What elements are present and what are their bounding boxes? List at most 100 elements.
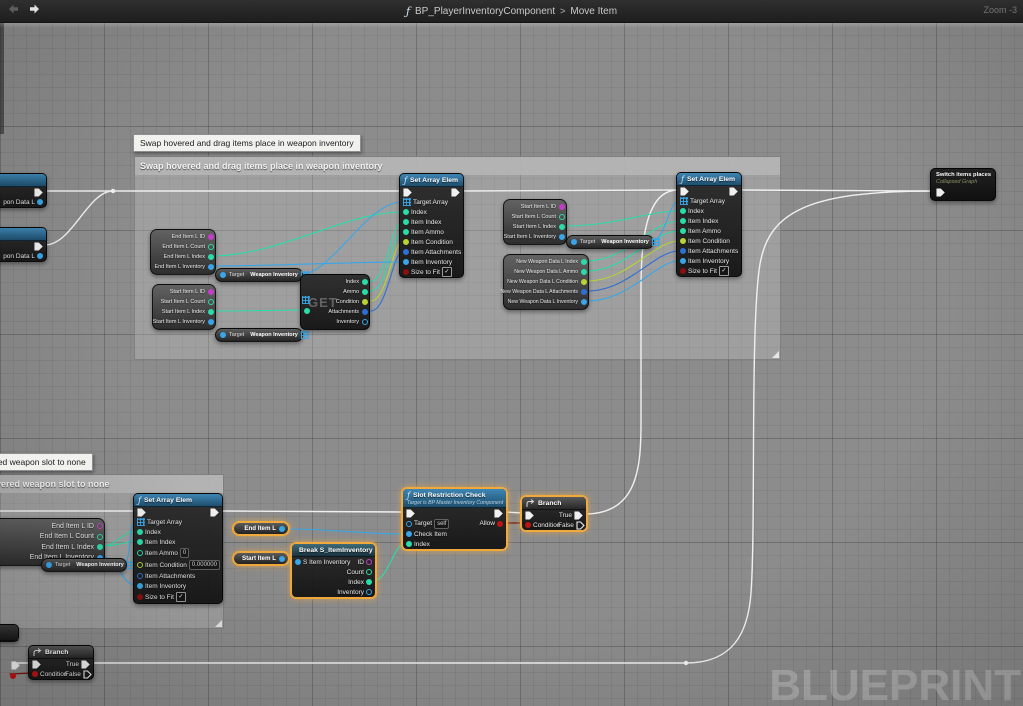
graph-canvas[interactable]: Swap hovered and drag items place in wea… xyxy=(0,22,1023,706)
default-value-field[interactable]: 0.000000 xyxy=(189,560,220,570)
pin-s-item-inventory[interactable] xyxy=(295,559,301,565)
checkbox[interactable]: ✓ xyxy=(176,592,186,602)
pin-end-item-l-index[interactable] xyxy=(97,544,103,550)
pin-new-weapon-data-l-attachments[interactable] xyxy=(581,289,587,295)
pin-false[interactable] xyxy=(576,521,585,530)
pin-check-item[interactable] xyxy=(406,531,412,537)
pin-false[interactable] xyxy=(83,670,92,679)
pin-exec[interactable] xyxy=(451,188,460,197)
pin-item-index[interactable] xyxy=(403,219,409,225)
node-header[interactable]: SET xyxy=(0,174,46,187)
new-weapon-data-l-vars[interactable]: New Weapon Data L IndexNew Weapon Data L… xyxy=(503,254,589,310)
weapon-inventory-capsule-4[interactable]: TargetWeapon Inventory xyxy=(41,558,127,572)
pin-true[interactable] xyxy=(81,660,90,669)
pin-start-item-l[interactable] xyxy=(279,556,285,562)
pin-start-item-l-count[interactable] xyxy=(559,214,565,220)
checkbox[interactable]: ✓ xyxy=(442,267,452,277)
pin-item-inventory[interactable] xyxy=(680,258,686,264)
pin-inventory[interactable] xyxy=(362,319,368,325)
pin-array-out[interactable] xyxy=(301,331,309,339)
node-header[interactable]: ƒSlot Restriction CheckTarget is BP Mast… xyxy=(403,489,506,508)
end-item-l-pill[interactable]: End Item L xyxy=(233,522,289,535)
pin-data[interactable] xyxy=(10,673,16,679)
pin-item-attachments[interactable] xyxy=(137,573,143,579)
pin-new-weapon-data-l-ammo[interactable] xyxy=(581,269,587,275)
slot-restriction-check[interactable]: ƒSlot Restriction CheckTarget is BP Mast… xyxy=(402,488,507,550)
pin-item-attachments[interactable] xyxy=(403,249,409,255)
pin-count[interactable] xyxy=(366,569,372,575)
pin-attachments[interactable] xyxy=(362,309,368,315)
pin-target-array[interactable] xyxy=(680,197,688,205)
set-array-elem-1[interactable]: ƒSet Array ElemTarget ArrayIndexItem Ind… xyxy=(399,173,464,278)
node-header[interactable]: ƒSet Array Elem xyxy=(134,494,222,507)
pin-item-condition[interactable] xyxy=(403,239,409,245)
pin-array-out[interactable] xyxy=(652,238,660,246)
pin-item-index[interactable] xyxy=(137,539,143,545)
pin-index[interactable] xyxy=(362,279,368,285)
weapon-inventory-capsule-2[interactable]: TargetWeapon Inventory xyxy=(215,328,303,342)
pin-item-inventory[interactable] xyxy=(137,583,143,589)
set-new-weapon-data-1[interactable]: SETpon Data L xyxy=(0,173,47,208)
pin-exec[interactable] xyxy=(11,661,20,670)
pin-exec[interactable] xyxy=(729,187,738,196)
pin-true[interactable] xyxy=(574,511,583,520)
pin-end-item-l[interactable] xyxy=(279,526,285,532)
pin-item-index[interactable] xyxy=(680,218,686,224)
pin-exec[interactable] xyxy=(32,660,41,669)
pin-exec[interactable] xyxy=(403,188,412,197)
pin-end-item-l-count[interactable] xyxy=(97,534,103,540)
break-s-iteminventory[interactable]: Break S_ItemInventoryS Item InventoryIDC… xyxy=(291,543,376,598)
pin-start-item-l-inventory[interactable] xyxy=(559,234,565,240)
pin-exec[interactable] xyxy=(494,509,503,518)
pin-new-weapon-data-l-inventory[interactable] xyxy=(581,299,587,305)
default-value-field[interactable]: self xyxy=(434,519,449,529)
pin-item-ammo[interactable] xyxy=(680,228,686,234)
pin-target-array[interactable] xyxy=(403,198,411,206)
pin-start-item-l-id[interactable] xyxy=(559,204,565,210)
pin-new-weapon-data-l-condition[interactable] xyxy=(581,279,587,285)
weapon-inventory-capsule-3[interactable]: TargetWeapon Inventory xyxy=(566,235,654,249)
pin-target[interactable] xyxy=(220,272,226,278)
pin-target[interactable] xyxy=(571,239,577,245)
pin-size-to-fit[interactable] xyxy=(680,268,686,274)
set-new-weapon-data-2[interactable]: SETpon Data L xyxy=(0,227,47,262)
pin-index[interactable] xyxy=(137,529,143,535)
pin-inventory[interactable] xyxy=(366,589,372,595)
pin-size-to-fit[interactable] xyxy=(403,269,409,275)
end-item-l-vars-top[interactable]: End Item L IDEnd Item L CountEnd Item L … xyxy=(150,229,216,275)
pin-end-item-l-id[interactable] xyxy=(208,234,214,240)
pin-target[interactable] xyxy=(406,521,412,527)
node-header[interactable]: Branch xyxy=(29,646,93,659)
pin-exec[interactable] xyxy=(210,508,219,517)
node-header[interactable]: ƒSet Array Elem xyxy=(400,174,463,187)
pin-new-weapon-data-l-index[interactable] xyxy=(581,259,587,265)
pin-exec[interactable] xyxy=(525,511,534,520)
pin-index[interactable] xyxy=(680,208,686,214)
set-array-elem-3[interactable]: ƒSet Array ElemTarget ArrayIndexItem Ind… xyxy=(133,493,223,604)
node-header[interactable] xyxy=(0,625,18,641)
pin-end-item-l-inventory[interactable] xyxy=(208,264,214,270)
pin-exec[interactable] xyxy=(936,188,945,197)
pin-item-inventory[interactable] xyxy=(403,259,409,265)
pin-start-item-l-index[interactable] xyxy=(208,309,214,315)
pin-condition[interactable] xyxy=(525,522,531,528)
offscreen-node-stub[interactable] xyxy=(0,624,19,642)
pin-index[interactable] xyxy=(406,541,412,547)
branch-bottom[interactable]: BranchTrueConditionFalse xyxy=(28,645,94,680)
pin-exec[interactable] xyxy=(406,509,415,518)
pin-start-item-l-index[interactable] xyxy=(559,224,565,230)
pin-end-item-l-index[interactable] xyxy=(208,254,214,260)
node-header[interactable]: Branch xyxy=(522,497,586,510)
pin-pon-data-l[interactable] xyxy=(37,199,43,205)
branch-mid[interactable]: BranchTrueConditionFalse xyxy=(521,496,587,531)
pin-item-ammo[interactable] xyxy=(137,550,143,556)
pin-item-attachments[interactable] xyxy=(680,248,686,254)
pin-item-ammo[interactable] xyxy=(403,229,409,235)
pin-condition[interactable] xyxy=(362,299,368,305)
pin-end-item-l-count[interactable] xyxy=(208,244,214,250)
pin-end-item-l-id[interactable] xyxy=(97,523,103,529)
node-header[interactable]: ƒSet Array Elem xyxy=(677,173,741,186)
pin-exec[interactable] xyxy=(680,187,689,196)
pin-target[interactable] xyxy=(46,562,52,568)
pin-condition[interactable] xyxy=(32,671,38,677)
